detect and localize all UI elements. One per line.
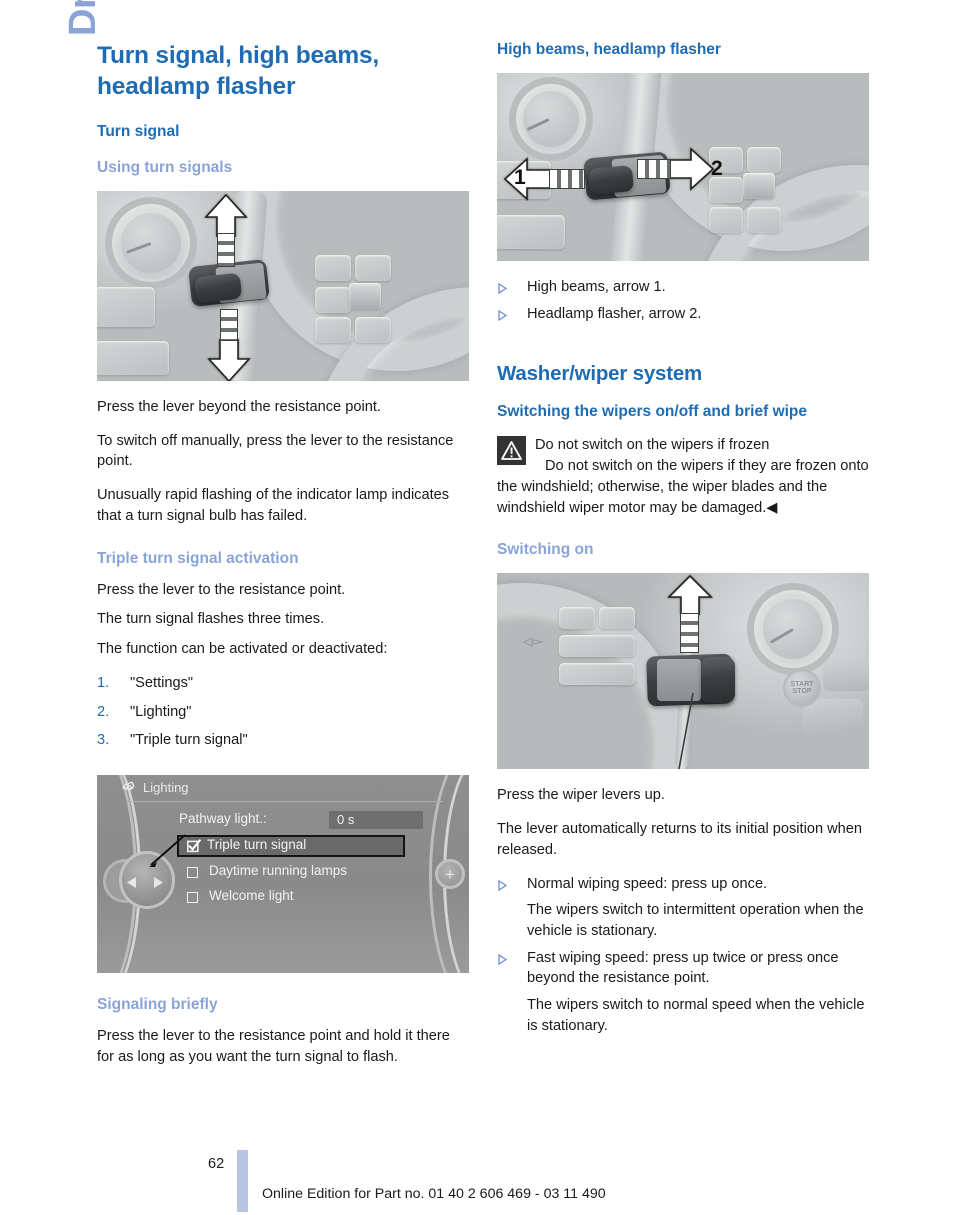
list-label: Fast wiping speed: press up twice or pre… (527, 949, 839, 987)
warning-notice: Do not switch on the wipers if frozen Do… (497, 435, 869, 518)
figure-turn-signal-lever (97, 191, 469, 381)
list-label: "Lighting" (130, 703, 192, 720)
bullet-triangle-icon (498, 951, 508, 972)
section-heading-turn-signal: Turn signal (97, 122, 180, 140)
list-label: High beams, arrow 1. (527, 279, 666, 296)
chapter-tab: Driving (6, 0, 104, 236)
list-item: Normal wiping speed: press up once. The … (497, 874, 869, 942)
list-label: "Triple turn signal" (130, 732, 248, 749)
section-heading-washer-wiper-system: Washer/wiper system (497, 361, 703, 385)
list-item: 2. "Lighting" (97, 702, 469, 723)
figure-high-beams-lever: 1 2 (497, 73, 869, 262)
chapter-tab-label: Driving (62, 0, 105, 36)
wiper-speed-bullet-list: Normal wiping speed: press up once. The … (497, 874, 869, 1037)
checkbox-unchecked-icon[interactable] (187, 867, 198, 879)
arrow-label-2: 2 (711, 157, 723, 181)
paragraph-switch-off-manually: To switch off manually, press the lever … (97, 432, 454, 470)
idrive-divider (127, 801, 443, 803)
gear-icon (122, 781, 138, 802)
figure-idrive-lighting-menu: Lighting Pathway light.: 0 s Triple turn… (97, 775, 469, 974)
page-number: 62 (208, 1156, 225, 1172)
page-title: Turn signal, high beams, headlamp flashe… (97, 42, 379, 101)
arrow-down-icon (207, 338, 251, 381)
list-item: Headlamp flasher, arrow 2. (497, 304, 869, 325)
figure-wiper-lever: START STOP (497, 573, 869, 770)
list-number: 1. (97, 674, 110, 691)
bullet-triangle-icon (498, 307, 508, 328)
warning-title: Do not switch on the wipers if frozen (535, 437, 770, 454)
list-item: Fast wiping speed: press up twice or pre… (497, 948, 869, 1037)
paragraph-activate-deactivate: The function can be activated or deactiv… (97, 641, 388, 658)
subsection-heading-switching-on: Switching on (497, 541, 594, 559)
paragraph-signaling-briefly: Press the lever to the resistance point … (97, 1028, 450, 1065)
left-column: Turn signal, high beams, headlamp flashe… (97, 40, 469, 1068)
footer-accent-bar (237, 1150, 248, 1212)
idrive-plus-button[interactable]: + (435, 859, 465, 890)
idrive-row-label-daytime-running-lamps[interactable]: Daytime running lamps (209, 863, 347, 878)
high-beams-bullet-list: High beams, arrow 1. Headlamp flasher, a… (497, 277, 869, 324)
arrow-right-icon (666, 147, 715, 196)
leader-line (149, 834, 186, 868)
arrow-left-icon (127, 875, 137, 893)
list-number: 2. (97, 703, 110, 720)
bullet-triangle-icon (498, 280, 508, 301)
paragraph-rapid-flashing: Unusually rapid flashing of the indicato… (97, 487, 450, 524)
paragraph-lever-returns: The lever automatically returns to its i… (497, 821, 863, 858)
list-item: 3. "Triple turn signal" (97, 730, 469, 751)
subsection-heading-using-turn-signals: Using turn signals (97, 158, 233, 176)
section-heading-high-beams: High beams, headlamp flasher (497, 41, 721, 58)
list-number: 3. (97, 732, 110, 749)
list-label: "Settings" (130, 674, 194, 691)
settings-steps-list: 1. "Settings" 2. "Lighting" 3. "Triple t… (97, 673, 469, 751)
list-label: Normal wiping speed: press up once. (527, 875, 768, 892)
idrive-value-pathway-light[interactable]: 0 s (329, 811, 423, 830)
subsection-heading-triple-turn-signal: Triple turn signal activation (97, 549, 299, 567)
arrow-left-icon (503, 157, 552, 206)
horn-icon (522, 635, 545, 653)
edition-notice: Online Edition for Part no. 01 40 2 606 … (262, 1186, 606, 1202)
idrive-row-label-triple-turn-signal[interactable]: Triple turn signal (207, 837, 306, 852)
paragraph-press-lever: Press the lever beyond the resistance po… (97, 399, 381, 415)
bullet-triangle-icon (498, 877, 508, 898)
arrow-right-icon (153, 875, 163, 893)
leader-line (678, 693, 694, 770)
idrive-row-label-welcome-light[interactable]: Welcome light (209, 888, 294, 903)
idrive-menu-title: Lighting (143, 780, 189, 796)
arrow-label-1: 1 (514, 166, 526, 190)
right-column: High beams, headlamp flasher 1 2 High be… (497, 40, 869, 1043)
paragraph-press-wiper-levers: Press the wiper levers up. (497, 787, 665, 804)
list-continuation: The wipers switch to intermittent operat… (527, 902, 864, 939)
paragraph-press-resistance: Press the lever to the resistance point. (97, 581, 346, 598)
warning-body: Do not switch on the wipers if they are … (497, 458, 869, 516)
subsection-heading-signaling-briefly: Signaling briefly (97, 996, 218, 1014)
warning-triangle-icon (497, 436, 526, 466)
subsection-heading-switching-wipers: Switching the wipers on/off and brief wi… (497, 403, 808, 421)
checkbox-checked-icon[interactable] (187, 839, 202, 858)
list-label: Headlamp flasher, arrow 2. (527, 305, 702, 322)
list-item: 1. "Settings" (97, 673, 469, 694)
paragraph-flashes-three-times: The turn signal flashes three times. (97, 611, 325, 628)
checkbox-unchecked-icon[interactable] (187, 892, 198, 904)
manual-page: Driving Turn signal, high beams, headlam… (0, 0, 954, 1215)
list-continuation: The wipers switch to normal speed when t… (527, 997, 865, 1034)
idrive-row-label-pathway-light[interactable]: Pathway light.: (179, 811, 267, 826)
page-footer: 62 Online Edition for Part no. 01 40 2 6… (0, 1150, 954, 1215)
list-item: High beams, arrow 1. (497, 277, 869, 298)
